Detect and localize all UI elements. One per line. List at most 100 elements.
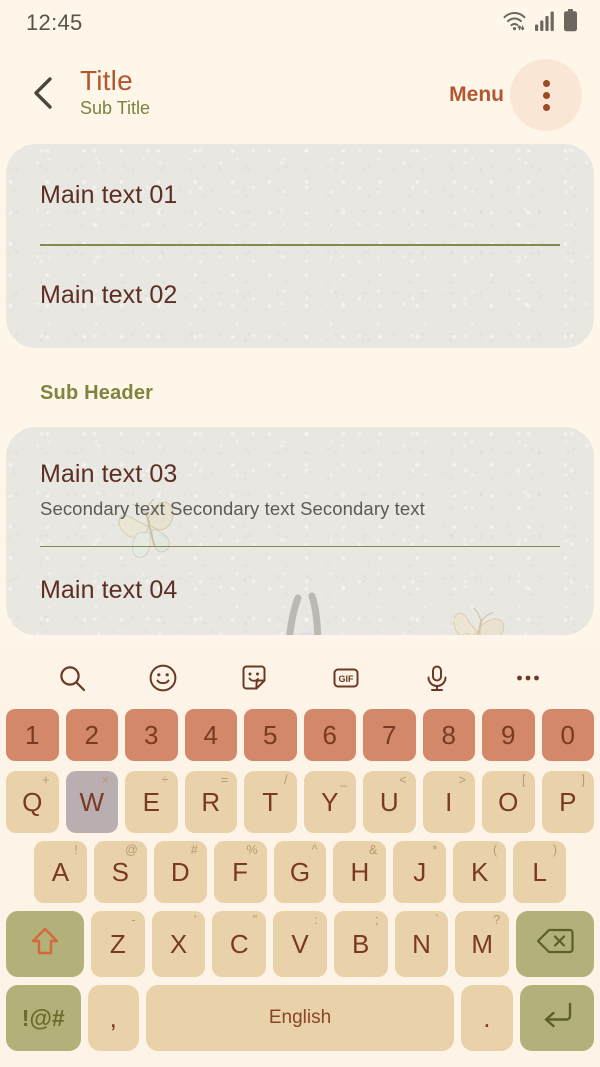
list-item-title: Main text 04 [40,576,178,605]
key-c[interactable]: " C [212,911,267,977]
key-j-symbol: * [432,843,438,857]
key-k[interactable]: (K [453,841,507,903]
key-u[interactable]: < U [363,771,416,833]
key-z-label: Z [109,928,126,959]
overflow-menu-button[interactable] [510,59,582,131]
list-item[interactable]: Main text 04 [6,547,594,635]
period-key[interactable]: . [461,985,513,1051]
backspace-key[interactable] [516,911,594,977]
list-item[interactable]: Main text 01 [6,144,594,244]
sticker-icon[interactable] [229,653,279,703]
key-m[interactable]: ? M [455,911,510,977]
key-g-label: G [289,856,311,887]
key-o[interactable]: [O [482,771,535,833]
key-q-symbol: + [42,773,50,787]
key-p-label: P [559,786,577,817]
microphone-icon[interactable] [412,653,462,703]
key-n-symbol: ` [435,913,440,927]
back-button[interactable] [22,73,66,117]
key-1[interactable]: 1 [6,709,59,761]
key-n[interactable]: ` N [394,911,449,977]
enter-key[interactable] [519,985,594,1051]
search-icon[interactable] [47,653,97,703]
key-u-symbol: < [399,773,407,787]
emoji-icon[interactable] [138,653,188,703]
key-6[interactable]: 6 [303,709,356,761]
key-d[interactable]: # D [153,841,207,903]
status-clock: 12:45 [26,10,83,35]
wifi-icon [502,10,527,37]
menu-label[interactable]: Menu [449,83,504,107]
key-i[interactable]: > I [422,771,475,833]
key-l[interactable]: ) L [513,841,567,903]
key-e[interactable]: ÷ E [125,771,178,833]
key-h[interactable]: & H [333,841,387,903]
page-title: Title [80,64,133,96]
key-t-label: T [262,786,279,817]
keyboard-row-qwerty: + Q × W ÷ E = R / T _ Y < U > I [O ] P [0,769,600,833]
key-f[interactable]: % F [213,841,267,903]
key-o-symbol: [ [522,773,526,787]
enter-key-icon [540,1000,574,1037]
key-3[interactable]: 3 [125,709,178,761]
key-d-label: D [170,856,190,887]
key-k-symbol: ( [492,843,498,857]
keyboard-row-numbers: 1 2 3 4 5 6 7 8 9 0 [0,709,600,761]
key-p-symbol: ] [581,773,585,787]
more-vertical-icon [542,79,550,111]
content-area: Main text 01 Main text 02 Sub Header Mai… [0,144,600,636]
list-item[interactable]: Main text 03 Secondary text Secondary te… [6,427,594,546]
key-f-symbol: % [246,843,258,857]
key-z[interactable]: -Z [90,911,145,977]
key-t-symbol: / [284,773,288,787]
key-v-symbol: : [314,913,318,927]
key-0[interactable]: 0 [541,709,594,761]
key-w[interactable]: × W [65,771,118,833]
list-item-subtitle: Secondary text Secondary text Secondary … [40,497,425,519]
list-item-title: Main text 01 [40,181,178,209]
list-item-title: Main text 02 [40,280,178,309]
key-b-symbol: ; [375,913,379,927]
key-w-label: W [79,786,105,817]
key-b[interactable]: ; B [333,911,388,977]
key-d-symbol: # [190,843,198,857]
keyboard-toolbar: GIF [0,647,600,709]
key-q[interactable]: + Q [6,771,59,833]
key-g[interactable]: ^ G [273,841,327,903]
keyboard-row-home: ! A @ S # D % F ^ G & H * J (K ) L [0,841,600,903]
key-a[interactable]: ! A [34,841,87,903]
key-5[interactable]: 5 [244,709,297,761]
key-4[interactable]: 4 [184,709,237,761]
key-l-label: L [532,856,547,887]
key-2[interactable]: 2 [65,709,118,761]
more-horizontal-icon[interactable] [503,653,553,703]
list-item[interactable]: Main text 02 [6,246,594,348]
page-subtitle: Sub Title [80,98,151,119]
key-y[interactable]: _ Y [303,771,356,833]
key-s[interactable]: @ S [93,841,147,903]
key-p[interactable]: ] P [541,771,594,833]
symbols-key[interactable]: !@# [6,985,81,1051]
virtual-keyboard: GIF 1 2 3 4 5 6 7 8 9 0 + Q × W ÷ E = R / T _… [0,647,600,1067]
key-7[interactable]: 7 [363,709,416,761]
gif-icon[interactable]: GIF [321,653,371,703]
key-m-label: M [471,928,494,959]
key-8[interactable]: 8 [422,709,475,761]
key-v[interactable]: :V [273,911,327,977]
shift-key[interactable] [6,911,84,977]
key-h-label: H [350,856,370,887]
comma-key[interactable]: , [87,985,139,1051]
backspace-icon [536,927,574,962]
key-m-symbol: ? [493,913,501,927]
key-x-label: X [169,928,188,959]
key-j[interactable]: * J [393,841,447,903]
key-9[interactable]: 9 [482,709,535,761]
key-k-label: K [471,856,489,887]
key-n-label: N [412,928,431,959]
key-r[interactable]: = R [184,771,237,833]
chevron-left-icon [31,76,57,115]
key-t[interactable]: / T [244,771,297,833]
key-x[interactable]: ' X [151,911,206,977]
key-y-label: Y [321,786,339,817]
space-key[interactable]: English [145,985,455,1051]
